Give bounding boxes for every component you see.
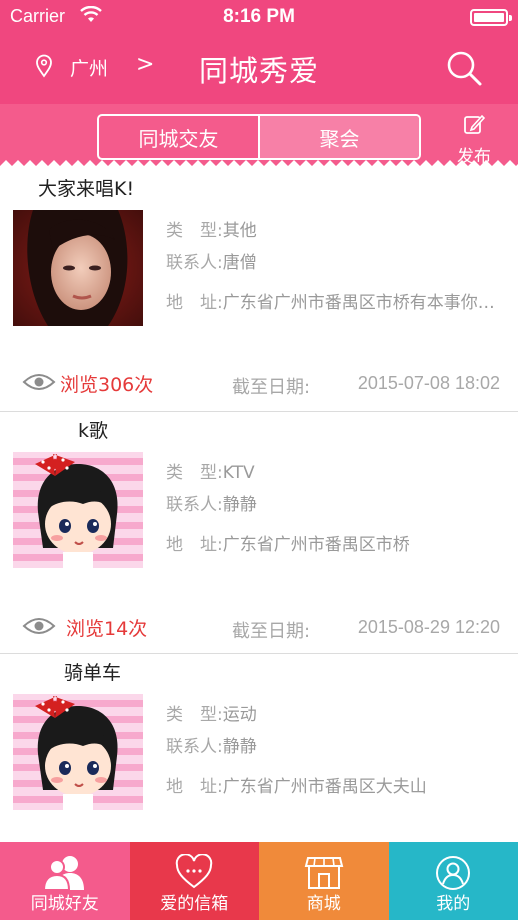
tab-local-friends[interactable]: 同城好友 [0,842,130,920]
address-row: 地 址:广东省广州市番禺区市桥 [166,535,410,555]
nav-bar: 广州 > 同城秀爱 [0,34,518,104]
tab-label: 我的 [436,894,471,914]
eye-icon [22,616,56,640]
segmented-control: 同城交友 聚会 [97,114,421,160]
item-title: k歌 [78,420,109,442]
tab-me[interactable]: 我的 [388,842,518,920]
battery-icon [470,9,512,26]
contact-row: 联系人:静静 [166,495,257,515]
deadline-label: 截至日期: [232,621,311,642]
status-time: 8:16 PM [223,6,295,27]
status-bar: Carrier 8:16 PM [0,0,518,34]
item-title: 骑单车 [64,662,122,684]
tab-bar: 同城好友 爱的信箱 商城 我的 [0,842,518,920]
tab-love-mailbox[interactable]: 爱的信箱 [129,842,259,920]
tab-party[interactable]: 聚会 [258,116,419,158]
page-title: 同城秀爱 [198,54,319,88]
item-title: 大家来唱K! [38,178,135,200]
item-photo [13,210,143,326]
type-row: 类 型:KTV [166,463,255,483]
heart-mail-icon [174,853,214,894]
search-icon[interactable] [444,48,484,92]
type-row: 类 型:其他 [166,221,257,241]
tab-label: 爱的信箱 [160,894,229,914]
type-row: 类 型:运动 [166,705,257,725]
deadline-value: 2015-08-29 12:20 [357,617,500,637]
edit-icon [462,114,486,140]
address-row: 地 址:广东省广州市番禺区市桥有本事你… [166,293,495,313]
address-row: 地 址:广东省广州市番禺区大夫山 [166,777,427,797]
tab-label: 同城好友 [30,894,99,914]
eye-icon [22,372,56,396]
shop-icon [304,854,344,894]
contact-row: 联系人:唐僧 [166,253,257,273]
cartoon-girl-image [13,452,143,568]
party-list: 大家来唱K! 类 型:其他 联系人:唐僧 地 址:广东省广州市番禺区市桥有本事你… [0,170,518,896]
list-item[interactable]: k歌 类 型:KTV 联系人:静静 地 址:广东省广州市番禺区市桥 浏览14次 … [0,412,518,654]
tab-shop[interactable]: 商城 [259,842,389,920]
deadline-label: 截至日期: [232,377,311,398]
view-count: 浏览306次 [60,374,154,396]
tab-label: 商城 [306,894,341,914]
list-item[interactable]: 大家来唱K! 类 型:其他 联系人:唐僧 地 址:广东省广州市番禺区市桥有本事你… [0,170,518,412]
tab-local-dating[interactable]: 同城交友 [99,116,258,158]
contact-row: 联系人:静静 [166,737,257,757]
cartoon-girl-image [13,694,143,810]
view-count: 浏览14次 [66,618,148,640]
deadline-value: 2015-07-08 18:02 [357,373,500,393]
